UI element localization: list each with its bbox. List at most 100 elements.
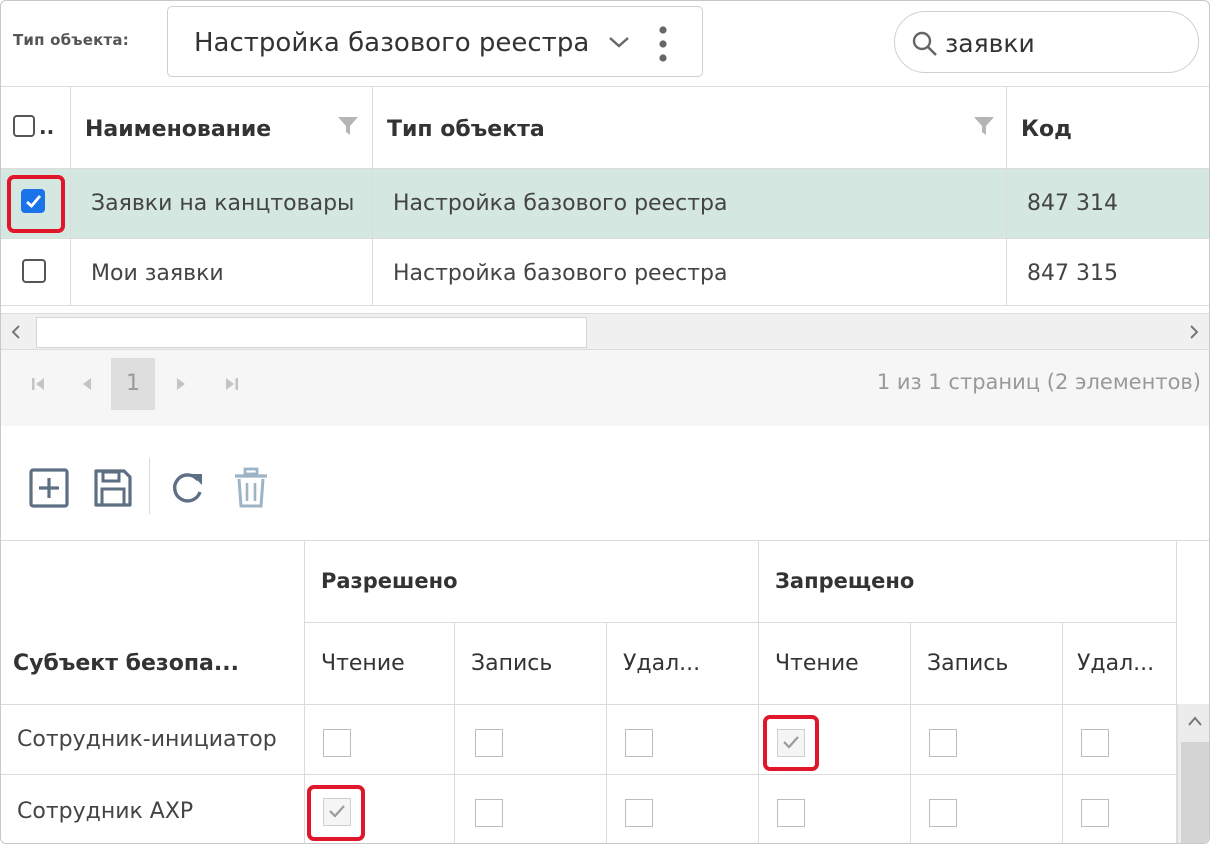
row-type: Настройка базового реестра xyxy=(393,191,728,216)
row-type: Настройка базового реестра xyxy=(393,261,728,286)
header-group-allowed: Разрешено xyxy=(305,541,759,623)
perm-checkbox[interactable] xyxy=(929,729,957,757)
header-code[interactable]: Код xyxy=(1007,87,1209,168)
select-all-ellipsis: .. xyxy=(39,115,55,139)
actions-toolbar xyxy=(1,456,1209,520)
object-type-value: Настройка базового реестра xyxy=(194,28,590,58)
perm-checkbox[interactable] xyxy=(625,799,653,827)
scrollbar-thumb[interactable] xyxy=(36,317,587,348)
perm-cell xyxy=(759,705,911,775)
prev-page-icon[interactable] xyxy=(77,374,97,394)
highlight-frame xyxy=(7,175,65,233)
group-denied-label: Запрещено xyxy=(775,569,915,593)
perm-cell xyxy=(607,775,759,843)
header-allowed-delete[interactable]: Удал... xyxy=(607,623,759,705)
table-row[interactable]: Заявки на канцтовары Настройка базового … xyxy=(1,168,1209,238)
filter-icon[interactable] xyxy=(337,115,359,137)
horizontal-scrollbar[interactable] xyxy=(1,313,1209,350)
header-subject-label: Субъект безопа... xyxy=(13,651,239,676)
subject-name: Сотрудник-инициатор xyxy=(17,727,277,752)
row-checkbox[interactable] xyxy=(22,259,46,283)
row-select-cell[interactable] xyxy=(1,169,71,238)
chevron-right-icon[interactable] xyxy=(1187,324,1201,340)
row-name: Мои заявки xyxy=(91,261,224,286)
row-code-cell: 847 315 xyxy=(1007,239,1209,305)
perm-checkbox[interactable] xyxy=(777,799,805,827)
vertical-scrollbar[interactable] xyxy=(1177,704,1209,843)
perm-cell xyxy=(1063,705,1177,775)
col-label: Чтение xyxy=(321,651,405,676)
chevron-down-icon[interactable] xyxy=(606,31,632,53)
chevron-up-icon[interactable] xyxy=(1187,714,1203,728)
table-row[interactable]: Мои заявки Настройка базового реестра 84… xyxy=(1,238,1209,306)
perm-cell xyxy=(305,775,455,843)
perm-cell xyxy=(455,705,607,775)
app-window: Тип объекта: Настройка базового реестра … xyxy=(0,0,1210,844)
row-select-cell[interactable] xyxy=(1,239,71,305)
next-page-icon[interactable] xyxy=(171,374,191,394)
pager-info: 1 из 1 страниц (2 элементов) xyxy=(876,370,1201,394)
header-denied-write[interactable]: Запись xyxy=(911,623,1063,705)
refresh-icon[interactable] xyxy=(165,466,209,510)
row-type-cell: Настройка базового реестра xyxy=(373,239,1007,305)
header-denied-read[interactable]: Чтение xyxy=(759,623,911,705)
header-code-label: Код xyxy=(1021,117,1072,142)
col-label: Чтение xyxy=(775,651,859,676)
perm-checkbox[interactable] xyxy=(1081,799,1109,827)
last-page-icon[interactable] xyxy=(221,374,241,394)
perm-cell xyxy=(911,705,1063,775)
highlight-frame xyxy=(307,785,365,841)
more-vertical-icon[interactable] xyxy=(658,25,668,63)
perm-cell xyxy=(305,705,455,775)
header-type[interactable]: Тип объекта xyxy=(373,87,1007,168)
group-allowed-label: Разрешено xyxy=(321,569,458,593)
row-name-cell: Мои заявки xyxy=(71,239,373,305)
row-code: 847 315 xyxy=(1027,261,1118,286)
row-name: Заявки на канцтовары xyxy=(91,191,355,216)
scrollbar-thumb[interactable] xyxy=(1181,742,1209,843)
header-allowed-write[interactable]: Запись xyxy=(455,623,607,705)
perm-checkbox[interactable] xyxy=(929,799,957,827)
perm-cell xyxy=(1063,775,1177,843)
search-input[interactable] xyxy=(945,26,1185,60)
filter-icon[interactable] xyxy=(973,115,995,137)
toolbar-separator xyxy=(149,458,150,514)
perm-checkbox[interactable] xyxy=(475,799,503,827)
subject-cell: Сотрудник-инициатор xyxy=(1,705,305,775)
col-label: Удал... xyxy=(1077,651,1155,676)
subject-name: Сотрудник АХР xyxy=(17,799,194,824)
subject-cell: Сотрудник АХР xyxy=(1,775,305,843)
perm-cell xyxy=(455,775,607,843)
col-label: Запись xyxy=(927,651,1009,676)
chevron-left-icon[interactable] xyxy=(9,324,23,340)
highlight-frame xyxy=(763,715,819,771)
perm-cell xyxy=(607,705,759,775)
save-icon[interactable] xyxy=(91,466,135,510)
perm-checkbox[interactable] xyxy=(1081,729,1109,757)
add-icon[interactable] xyxy=(27,466,71,510)
row-code: 847 314 xyxy=(1027,191,1118,216)
header-allowed-read[interactable]: Чтение xyxy=(305,623,455,705)
first-page-icon[interactable] xyxy=(29,374,49,394)
header-select-all-cell[interactable]: .. xyxy=(1,87,71,168)
perm-checkbox[interactable] xyxy=(625,729,653,757)
header-subject-cell[interactable]: Субъект безопа... xyxy=(1,541,305,705)
current-page[interactable]: 1 xyxy=(111,358,155,410)
search-icon xyxy=(912,31,937,56)
header-denied-delete[interactable]: Удал... xyxy=(1063,623,1177,705)
row-type-cell: Настройка базового реестра xyxy=(373,169,1007,238)
perm-checkbox[interactable] xyxy=(323,729,351,757)
header-name[interactable]: Наименование xyxy=(71,87,373,168)
row-code-cell: 847 314 xyxy=(1007,169,1209,238)
select-all-checkbox[interactable] xyxy=(13,115,35,137)
row-name-cell: Заявки на канцтовары xyxy=(71,169,373,238)
perm-cell xyxy=(759,775,911,843)
delete-icon[interactable] xyxy=(229,466,273,510)
col-label: Запись xyxy=(471,651,553,676)
object-type-select[interactable]: Настройка базового реестра xyxy=(167,6,703,77)
header-type-label: Тип объекта xyxy=(387,117,545,142)
search-box[interactable] xyxy=(894,11,1199,73)
header-group-denied: Запрещено xyxy=(759,541,1177,623)
perm-checkbox[interactable] xyxy=(475,729,503,757)
permissions-grid: Субъект безопа... Разрешено Запрещено Чт… xyxy=(1,540,1209,843)
